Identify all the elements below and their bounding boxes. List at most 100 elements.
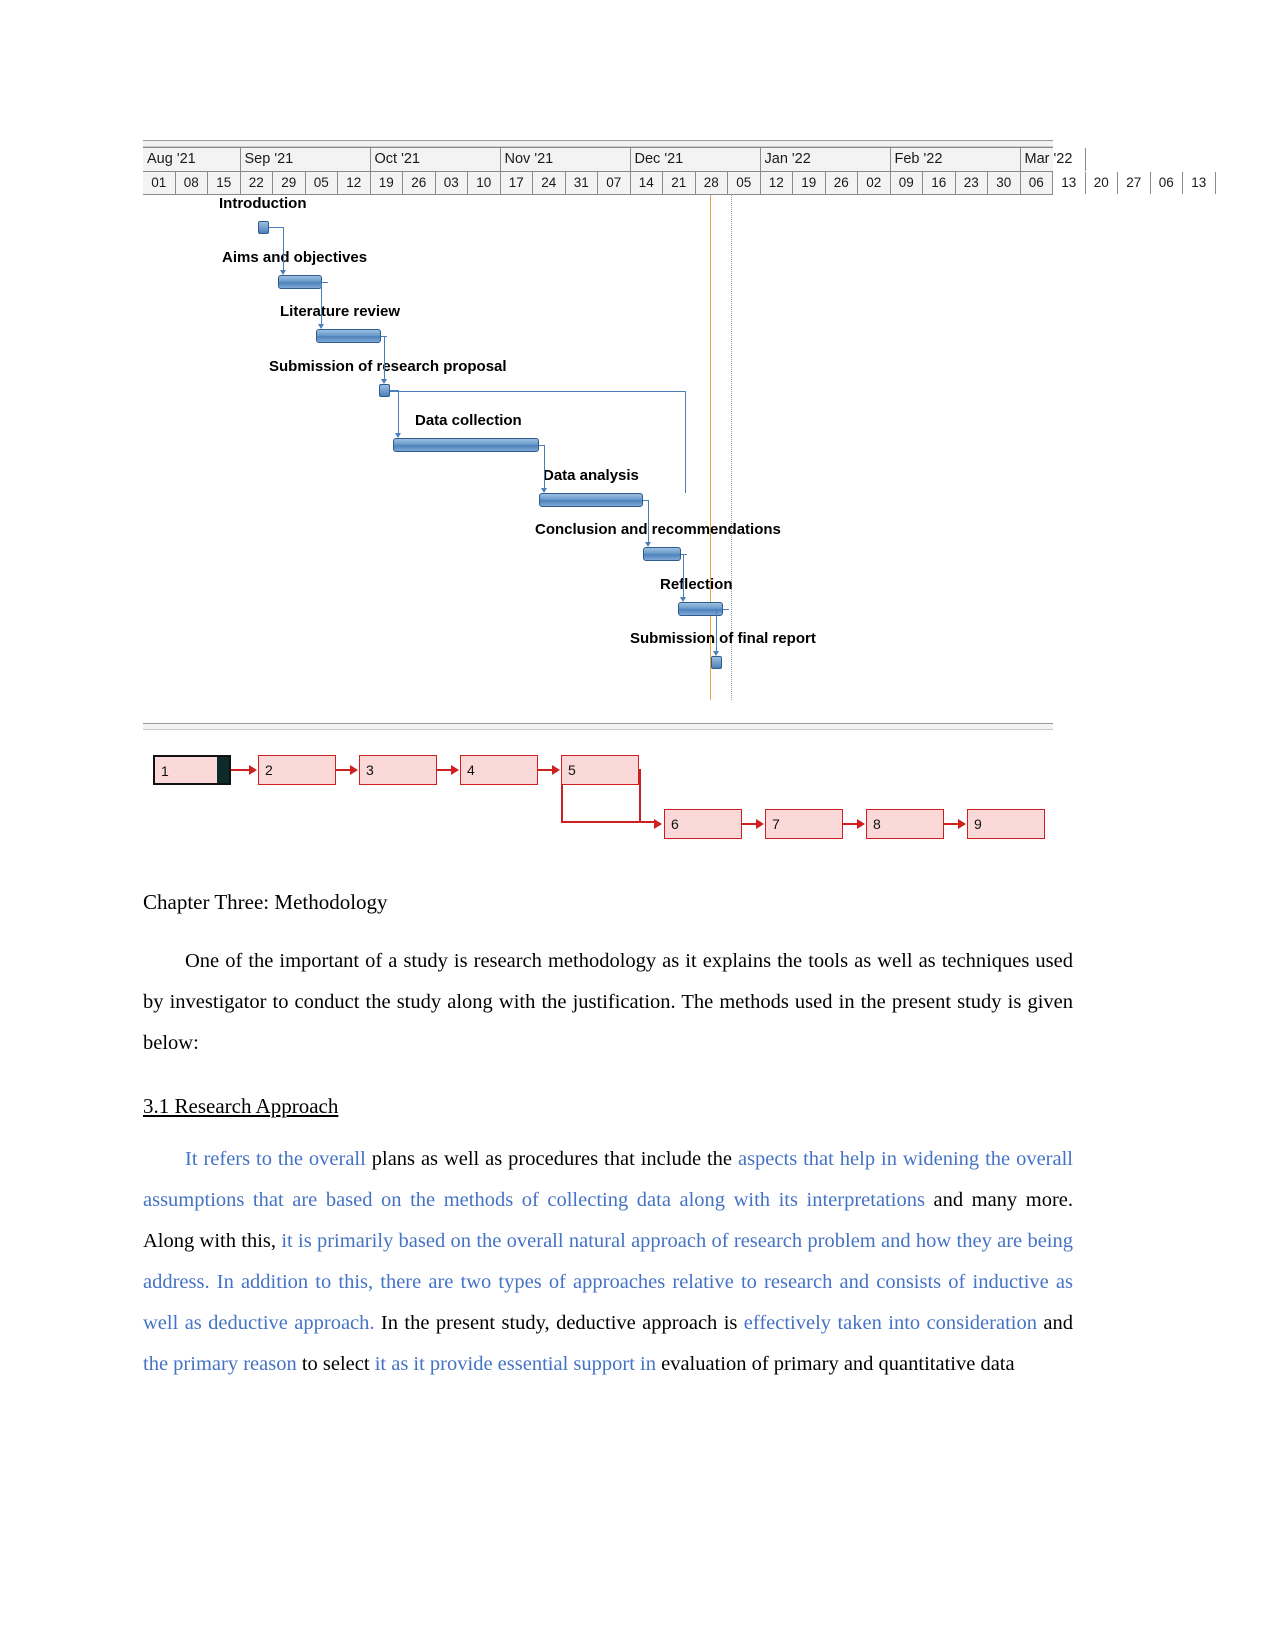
gantt-link-arrow-icon xyxy=(380,379,387,384)
gantt-link xyxy=(384,336,385,379)
connector-7-8 xyxy=(843,823,858,825)
gantt-week-23: 02 xyxy=(858,172,891,194)
gantt-task-bar-1[interactable] xyxy=(258,221,269,234)
network-node-5[interactable]: 5 xyxy=(561,755,639,785)
gantt-month-8: Mar '22 xyxy=(1021,148,1086,171)
connector-1-2 xyxy=(231,769,250,771)
gantt-link-arrow-icon xyxy=(644,542,651,547)
intro-paragraph: One of the important of a study is resea… xyxy=(143,950,1073,1054)
gantt-task-label-2: Aims and objectives xyxy=(222,249,368,266)
gantt-month-row: Aug '21 Sep '21 Oct '21 Nov '21 Dec '21 Jan '… xyxy=(143,148,1086,172)
gantt-link xyxy=(648,500,649,542)
gantt-month-1: Aug '21 xyxy=(143,148,241,171)
gantt-week-4: 22 xyxy=(241,172,273,194)
gantt-week-24: 09 xyxy=(891,172,923,194)
gantt-link xyxy=(269,227,283,228)
gantt-link-arrow-icon xyxy=(394,433,401,438)
gantt-week-9: 26 xyxy=(403,172,436,194)
network-node-2[interactable]: 2 xyxy=(258,755,336,785)
gantt-link xyxy=(398,390,399,433)
network-node-endcap xyxy=(217,757,229,783)
today-line xyxy=(710,195,711,700)
network-node-6[interactable]: 6 xyxy=(664,809,742,839)
gantt-task-bar-3[interactable] xyxy=(316,329,381,343)
gantt-week-18: 28 xyxy=(696,172,728,194)
text-seg-8: and xyxy=(1036,1312,1073,1334)
gantt-link xyxy=(716,609,717,651)
gantt-task-label-6: Data analysis xyxy=(543,467,639,484)
gantt-week-28: 06 xyxy=(1021,172,1053,194)
gantt-week-29: 13 xyxy=(1053,172,1086,194)
connector-2-3 xyxy=(336,769,351,771)
gantt-week-33: 13 xyxy=(1183,172,1216,194)
gantt-link-arrow-icon xyxy=(712,651,719,656)
arrow-8-9-icon xyxy=(958,819,966,829)
gantt-week-10: 03 xyxy=(436,172,468,194)
gantt-month-6: Jan '22 xyxy=(761,148,891,171)
gantt-body: Introduction Aims and objectives Literatur… xyxy=(143,195,1053,700)
gantt-link xyxy=(723,609,729,610)
network-diagram: 123456789 xyxy=(143,735,1053,865)
text-seg-7: effectively taken into consideration xyxy=(743,1312,1037,1334)
gantt-week-11: 10 xyxy=(468,172,501,194)
gantt-month-5: Dec '21 xyxy=(631,148,761,171)
connector-5-6-down-right xyxy=(639,769,641,823)
gantt-link-arrow-icon xyxy=(540,488,547,493)
gantt-task-bar-4[interactable] xyxy=(379,384,390,397)
text-seg-6: In the present study, deductive approach… xyxy=(374,1312,744,1334)
gantt-week-row: 01 08 15 22 29 05 12 19 26 03 10 17 24 31 07 14 21 28 05 12… xyxy=(143,172,1216,195)
connector-6-7 xyxy=(742,823,757,825)
gantt-link xyxy=(681,554,687,555)
gantt-week-14: 31 xyxy=(566,172,598,194)
gantt-task-label-4: Submission of research proposal xyxy=(269,358,507,375)
gantt-link xyxy=(322,282,328,283)
gantt-task-bar-9[interactable] xyxy=(711,656,722,669)
text-seg-1: It refers to the overall xyxy=(185,1148,366,1170)
network-node-4[interactable]: 4 xyxy=(460,755,538,785)
gantt-task-label-5: Data collection xyxy=(415,412,522,429)
arrow-4-5-icon xyxy=(552,765,560,775)
gantt-week-8: 19 xyxy=(371,172,403,194)
gantt-week-16: 14 xyxy=(631,172,663,194)
gantt-task-bar-2[interactable] xyxy=(278,275,322,289)
gantt-week-21: 19 xyxy=(793,172,826,194)
gantt-task-bar-7[interactable] xyxy=(643,547,681,561)
network-node-1[interactable]: 1 xyxy=(153,755,231,785)
network-node-9[interactable]: 9 xyxy=(967,809,1045,839)
gantt-week-32: 06 xyxy=(1151,172,1183,194)
network-top-rule xyxy=(143,723,1053,730)
gantt-week-20: 12 xyxy=(761,172,793,194)
gantt-task-label-9: Submission of final report xyxy=(630,630,816,647)
network-node-8[interactable]: 8 xyxy=(866,809,944,839)
gantt-week-7: 12 xyxy=(338,172,371,194)
gantt-week-17: 21 xyxy=(663,172,696,194)
network-node-3[interactable]: 3 xyxy=(359,755,437,785)
gantt-link-arrow-icon xyxy=(679,597,686,602)
gantt-month-3: Oct '21 xyxy=(371,148,501,171)
gantt-timeline-header: Aug '21 Sep '21 Oct '21 Nov '21 Dec '21 Jan '… xyxy=(143,147,1216,195)
gantt-link xyxy=(321,282,322,324)
chapter-heading: Chapter Three: Methodology xyxy=(143,890,388,914)
connector-4-5 xyxy=(538,769,553,771)
gantt-task-label-3: Literature review xyxy=(280,303,401,320)
gantt-week-27: 30 xyxy=(988,172,1021,194)
deadline-dotted-line xyxy=(731,195,732,700)
gantt-task-bar-6[interactable] xyxy=(539,493,643,507)
gantt-task-label-7: Conclusion and recommendations xyxy=(535,521,781,538)
gantt-top-rule xyxy=(143,140,1053,147)
network-node-7[interactable]: 7 xyxy=(765,809,843,839)
gantt-week-1: 01 xyxy=(143,172,176,194)
gantt-task-bar-5[interactable] xyxy=(393,438,539,452)
document-body: Chapter Three: Methodology One of the im… xyxy=(143,890,1073,1407)
gantt-week-30: 20 xyxy=(1086,172,1118,194)
gantt-link xyxy=(544,445,545,488)
gantt-link xyxy=(683,554,684,597)
arrow-2-3-icon xyxy=(350,765,358,775)
text-seg-11: it as it provide essential support in xyxy=(374,1353,656,1375)
gantt-week-22: 26 xyxy=(826,172,858,194)
gantt-week-6: 05 xyxy=(306,172,338,194)
section-heading: 3.1 Research Approach xyxy=(143,1094,339,1118)
connector-3-4 xyxy=(437,769,452,771)
connector-5-6-across xyxy=(561,821,656,823)
connector-8-9 xyxy=(944,823,959,825)
